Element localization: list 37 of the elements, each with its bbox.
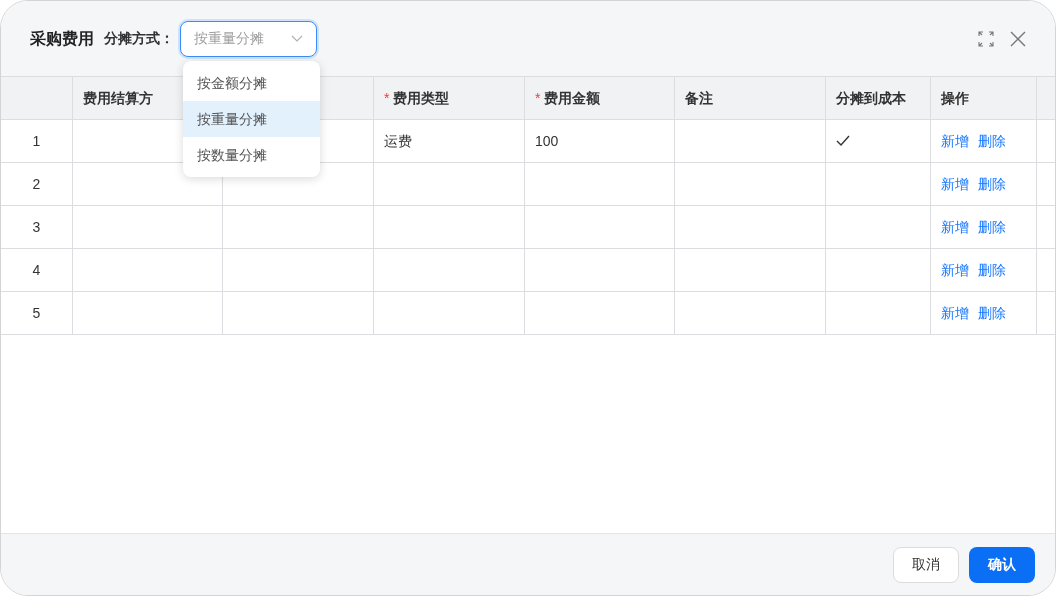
row-number: 3 (32, 217, 41, 237)
chevron-down-icon (291, 34, 303, 43)
row-number: 2 (32, 174, 41, 194)
row-number: 4 (32, 260, 41, 280)
select-field[interactable]: 按重量分摊 (180, 20, 317, 57)
column-header: 费用结算方 (83, 88, 153, 108)
action-link[interactable]: 删除 (978, 130, 1006, 152)
dialog-title: 采购费用 (30, 28, 94, 49)
column-header: 分摊到成本 (836, 88, 906, 108)
table-cell-text: 100 (535, 131, 559, 151)
expand-icon[interactable] (977, 29, 995, 48)
action-link[interactable]: 新增 (941, 173, 969, 195)
action-link[interactable]: 删除 (978, 259, 1006, 281)
required-mark: * (535, 88, 541, 108)
dropdown-option[interactable]: 按重量分摊 (183, 101, 320, 137)
row-number: 5 (32, 303, 41, 323)
column-header: 备注 (685, 88, 713, 108)
action-link[interactable]: 新增 (941, 216, 969, 238)
dropdown-option[interactable]: 按数量分摊 (183, 137, 320, 173)
action-link[interactable]: 新增 (941, 259, 969, 281)
action-link[interactable]: 删除 (978, 173, 1006, 195)
column-header: 费用金额 (544, 88, 601, 108)
row-number: 1 (32, 131, 41, 151)
action-link[interactable]: 删除 (978, 216, 1006, 238)
table-cell-text: 运费 (384, 131, 412, 151)
confirm-button[interactable]: 确认 (969, 546, 1035, 583)
dropdown-option[interactable]: 按金额分摊 (183, 65, 320, 101)
cancel-button[interactable]: 取消 (893, 546, 959, 583)
action-link[interactable]: 新增 (941, 302, 969, 324)
action-link[interactable]: 新增 (941, 130, 969, 152)
action-link[interactable]: 删除 (978, 302, 1006, 324)
field-label: 分摊方式： (104, 29, 174, 48)
column-header: 操作 (941, 88, 969, 108)
column-header: 费用类型 (393, 88, 450, 108)
close-icon[interactable] (1009, 29, 1027, 48)
required-mark: * (384, 88, 390, 108)
check-icon (836, 135, 850, 147)
